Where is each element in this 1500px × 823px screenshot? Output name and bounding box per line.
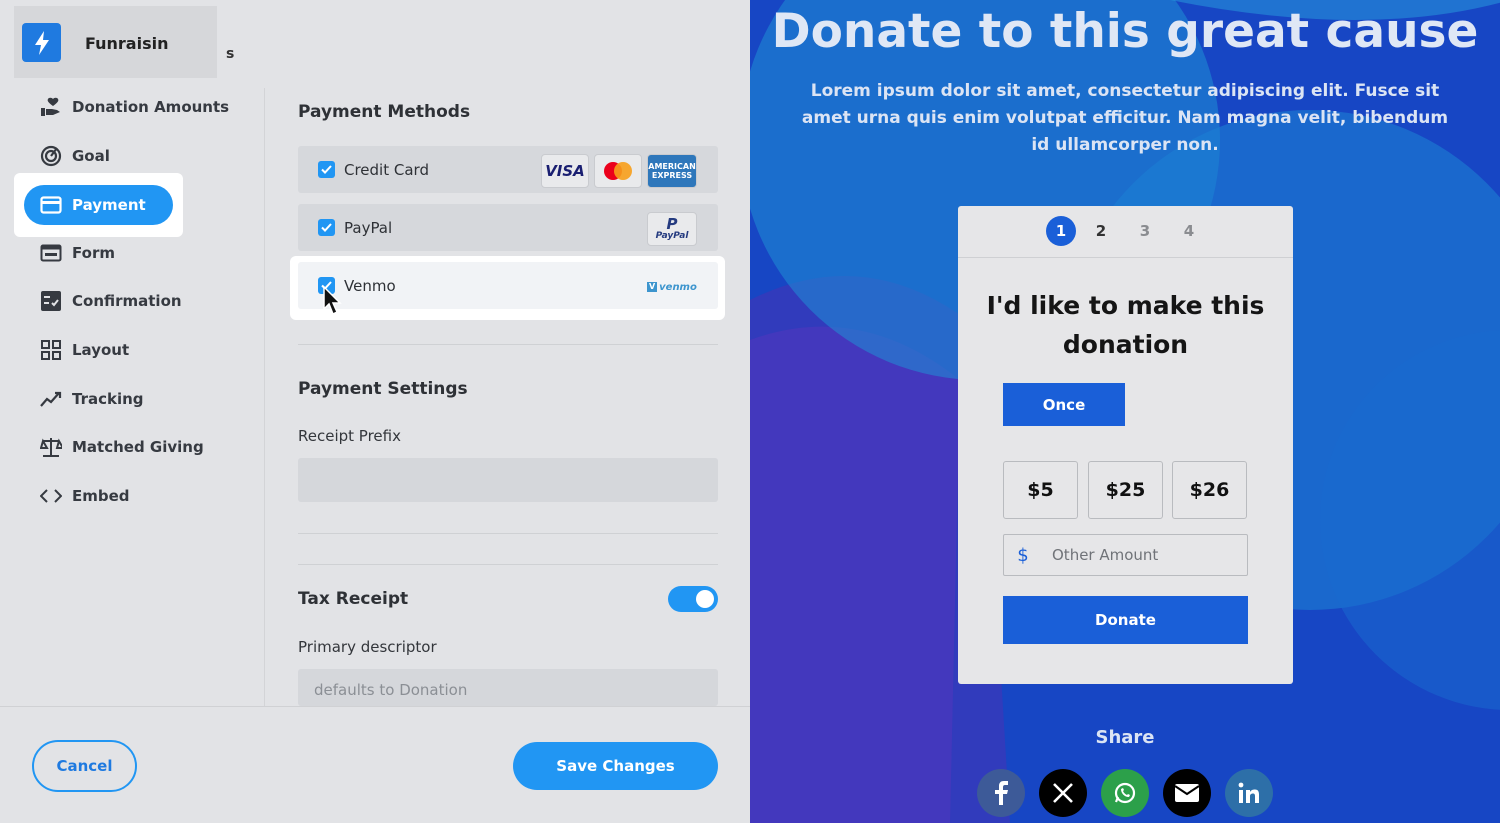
payment-method-label: PayPal — [344, 218, 393, 237]
facebook-share-icon[interactable] — [977, 769, 1025, 817]
amount-option-25[interactable]: $25 — [1088, 461, 1163, 519]
step-2[interactable]: 2 — [1086, 216, 1116, 246]
code-icon — [40, 485, 62, 507]
brand-name: Funraisin — [85, 34, 169, 53]
visa-card-icon: VISA — [541, 154, 589, 188]
section-divider — [298, 564, 718, 565]
sidebar-divider — [264, 88, 265, 706]
step-1[interactable]: 1 — [1046, 216, 1076, 246]
donation-widget: 1 2 3 4 I'd like to make this donation O… — [958, 206, 1293, 684]
editor-footer: Cancel Save Changes — [0, 706, 750, 823]
sidebar-item-form[interactable]: Form — [24, 233, 115, 273]
sidebar-item-label: Matched Giving — [72, 438, 204, 456]
hand-heart-icon — [40, 96, 62, 118]
amount-option-5[interactable]: $5 — [1003, 461, 1078, 519]
payment-method-label: Venmo — [344, 276, 396, 295]
sidebar-item-layout[interactable]: Layout — [24, 330, 129, 370]
section-divider — [298, 533, 718, 534]
editor-panel: Funraisin s Donation Amounts Goal Paymen… — [0, 0, 750, 823]
payment-settings-heading: Payment Settings — [298, 379, 468, 399]
step-indicator: 1 2 3 4 — [958, 206, 1293, 258]
sidebar-item-label: Embed — [72, 487, 130, 505]
save-changes-button[interactable]: Save Changes — [513, 742, 718, 790]
x-share-icon[interactable] — [1039, 769, 1087, 817]
paypal-logo-icon: P PayPal — [647, 212, 697, 246]
other-amount-placeholder: Other Amount — [1052, 546, 1159, 564]
step-3[interactable]: 3 — [1130, 216, 1160, 246]
grid-icon — [40, 339, 62, 361]
payment-method-paypal[interactable]: PayPal P PayPal — [298, 204, 718, 251]
sidebar-item-label: Payment — [72, 196, 146, 214]
sidebar-item-label: Tracking — [72, 390, 144, 408]
sidebar-item-confirmation[interactable]: Confirmation — [24, 281, 182, 321]
payment-method-label: Credit Card — [344, 160, 429, 179]
credit-card-checkbox[interactable] — [318, 161, 335, 178]
credit-card-icon — [40, 194, 62, 216]
sidebar-item-label: Donation Amounts — [72, 98, 230, 116]
sidebar-item-tracking[interactable]: Tracking — [24, 379, 144, 419]
sidebar-item-label: Confirmation — [72, 292, 182, 310]
frequency-once-button[interactable]: Once — [1003, 383, 1125, 426]
widget-heading: I'd like to make this donation — [986, 291, 1265, 359]
mouse-cursor-icon — [323, 285, 342, 316]
primary-descriptor-input[interactable]: defaults to Donation — [298, 669, 718, 706]
section-divider — [298, 344, 718, 345]
whatsapp-share-icon[interactable] — [1101, 769, 1149, 817]
amount-option-26[interactable]: $26 — [1172, 461, 1247, 519]
sidebar-item-goal[interactable]: Goal — [24, 136, 110, 176]
paypal-logo-text: PayPal — [655, 231, 689, 241]
payment-method-credit-card[interactable]: Credit Card VISA AMERICAN EXPRESS — [298, 146, 718, 193]
payment-method-venmo[interactable]: Venmo V venmo — [298, 262, 718, 309]
form-icon — [40, 242, 62, 264]
step-4[interactable]: 4 — [1174, 216, 1204, 246]
sidebar-item-matched-giving[interactable]: Matched Giving — [24, 427, 204, 467]
linkedin-share-icon[interactable] — [1225, 769, 1273, 817]
amex-card-icon: AMERICAN EXPRESS — [647, 154, 697, 188]
tax-receipt-heading: Tax Receipt — [298, 589, 409, 609]
checklist-icon — [40, 290, 62, 312]
receipt-prefix-label: Receipt Prefix — [298, 427, 401, 445]
sidebar-item-donation-amounts[interactable]: Donation Amounts — [24, 87, 229, 127]
preview-subtitle: Lorem ipsum dolor sit amet, consectetur … — [801, 81, 1449, 155]
receipt-prefix-input[interactable] — [298, 458, 718, 502]
primary-descriptor-label: Primary descriptor — [298, 638, 437, 656]
donation-page-preview: Donate to this great cause Lorem ipsum d… — [750, 0, 1500, 823]
scales-icon — [40, 436, 62, 458]
sidebar-item-embed[interactable]: Embed — [24, 476, 130, 516]
other-amount-input[interactable]: $ Other Amount — [1003, 534, 1248, 576]
mastercard-icon — [594, 154, 642, 188]
venmo-logo-icon: V venmo — [647, 270, 697, 304]
venmo-highlight: Venmo V venmo — [290, 256, 725, 320]
venmo-logo-text: venmo — [659, 281, 697, 293]
sidebar-item-label: Form — [72, 244, 115, 262]
trend-chart-icon — [40, 388, 62, 410]
tax-receipt-toggle[interactable] — [668, 586, 718, 612]
lightning-logo-icon — [22, 23, 61, 62]
currency-symbol: $ — [1017, 544, 1029, 566]
donate-button[interactable]: Donate — [1003, 596, 1248, 644]
brand-header: Funraisin s — [14, 6, 234, 78]
email-share-icon[interactable] — [1163, 769, 1211, 817]
payment-methods-heading: Payment Methods — [298, 102, 471, 122]
preview-title: Donate to this great cause — [771, 4, 1479, 59]
paypal-checkbox[interactable] — [318, 219, 335, 236]
share-label: Share — [1095, 727, 1155, 748]
cancel-button[interactable]: Cancel — [32, 740, 137, 792]
sidebar-item-label: Goal — [72, 147, 110, 165]
brand-name-overflow: s — [226, 46, 235, 62]
target-icon — [40, 145, 62, 167]
sidebar-item-payment[interactable]: Payment — [14, 173, 183, 237]
sidebar-item-label: Layout — [72, 341, 130, 359]
